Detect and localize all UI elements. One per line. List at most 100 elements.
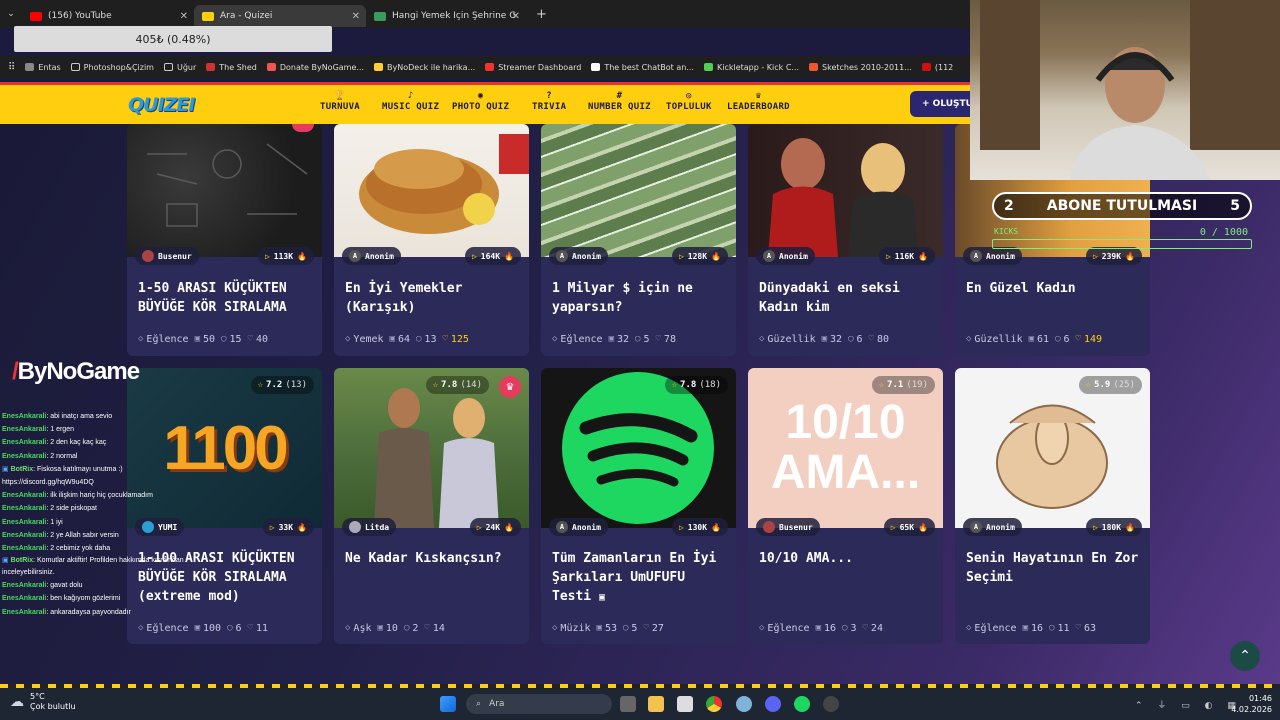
bookmark-icon xyxy=(374,63,384,71)
questions-icon: ▣ xyxy=(596,623,602,633)
quiz-card[interactable]: ☆ 7.8 (14) ♛ Litda ▷ 24K 🔥 Ne Kadar Kıskançs… xyxy=(334,368,529,644)
tag-icon: ◇ xyxy=(138,623,144,633)
quiz-card[interactable]: Busenur ▷ 113K 🔥 1-50 ARASI KÜÇÜKTEN BÜYÜĞ… xyxy=(127,124,322,356)
site-header: QUIZEI 🏆 TURNUVA ♪ MUSIC QUIZ ◉ PHOTO QUIZ … xyxy=(0,82,980,124)
weather-widget[interactable]: ☁ 5°C Çok bulutlu xyxy=(10,692,76,712)
quiz-title[interactable]: Tüm Zamanların En İyi Şarkıları UmUFUFU … xyxy=(552,549,730,607)
quiz-title[interactable]: Senin Hayatının En Zor Seçimi xyxy=(966,549,1144,587)
clock[interactable]: 01:46 4.02.2026 xyxy=(1228,693,1272,715)
like-button[interactable]: ♡ 125 xyxy=(442,334,468,345)
taskbar-search-box[interactable]: ⌕ Ara xyxy=(466,694,612,714)
like-button[interactable]: ♡ 78 xyxy=(656,334,676,345)
quiz-title[interactable]: En Güzel Kadın xyxy=(966,279,1144,298)
quiz-title[interactable]: 1-50 ARASI KÜÇÜKTEN BÜYÜĞE KÖR SIRALAMA xyxy=(138,279,316,317)
comment-icon: ◯ xyxy=(842,623,848,633)
obs-icon[interactable] xyxy=(823,696,839,712)
play-count-badge: ▷ 130K 🔥 xyxy=(671,518,728,536)
music-icon: ♪ xyxy=(407,91,414,101)
scroll-to-top-button[interactable]: ⌃ xyxy=(1230,641,1260,671)
bookmark-item[interactable]: The Shed xyxy=(206,63,257,72)
like-button[interactable]: ♡ 14 xyxy=(424,623,444,634)
nav-turnuva[interactable]: 🏆 TURNUVA xyxy=(320,90,360,112)
quiz-card[interactable]: ☆ 5.9 (25) A Anonim ▷ 180K 🔥 Senin Hayatının … xyxy=(955,368,1150,644)
close-tab-icon[interactable]: ✕ xyxy=(180,11,188,22)
bookmark-item[interactable]: Entas xyxy=(25,63,61,72)
money-stacks-image xyxy=(541,124,736,257)
star-icon: ☆ xyxy=(432,380,439,390)
rating-badge: ☆ 7.8 (14) xyxy=(425,376,489,394)
close-tab-icon[interactable]: ✕ xyxy=(512,11,520,22)
like-button[interactable]: ♡ 27 xyxy=(643,623,663,634)
author-badge[interactable]: Busenur xyxy=(135,247,199,265)
star-icon: ☆ xyxy=(878,380,885,390)
chrome-icon[interactable] xyxy=(706,696,722,712)
author-badge[interactable]: Busenur xyxy=(756,518,820,536)
bookmark-item[interactable]: ByNoDeck ile harika... xyxy=(374,63,475,72)
quiz-title[interactable]: 10/10 AMA... xyxy=(759,549,937,568)
bookmark-item[interactable]: The best ChatBot an... xyxy=(591,63,694,72)
tab-hangi-yemek[interactable]: Hangi Yemek İçin Şehrine Gider✕ xyxy=(366,5,526,27)
new-tab-button[interactable]: + xyxy=(536,7,547,22)
apps-grid-icon[interactable]: ⠿ xyxy=(8,62,15,73)
store-icon[interactable] xyxy=(677,696,693,712)
author-badge[interactable]: A Anonim xyxy=(549,247,608,265)
bookmark-item[interactable]: Kickletapp - Kick C... xyxy=(703,63,799,72)
tab-quizei[interactable]: Ara - Quizei ✕ xyxy=(194,5,366,27)
bookmark-item[interactable]: Donate ByNoGame... xyxy=(266,63,364,72)
tray-icons: ⌃ ⏚ ▭ ◐ ▦ xyxy=(1135,701,1242,711)
windows-start-icon[interactable] xyxy=(440,696,456,712)
quiz-card[interactable]: 10/10 AMA... ☆ 7.1 (19) Busenur ▷ 65K 🔥 10/1… xyxy=(748,368,943,644)
like-button[interactable]: ♡ 80 xyxy=(869,334,889,345)
nav-photo-quiz[interactable]: ◉ PHOTO QUIZ xyxy=(452,90,509,112)
author-badge[interactable]: A Anonim xyxy=(756,247,815,265)
questions-icon: ▣ xyxy=(608,334,614,344)
file-explorer-icon[interactable] xyxy=(648,696,664,712)
app-icon[interactable] xyxy=(736,696,752,712)
quiz-meta: ◇ Eğlence ▣ 50 ◯ 15 ♡ 40 xyxy=(138,333,268,345)
flame-icon: 🔥 xyxy=(918,251,928,261)
tab-youtube[interactable]: (156) YouTube ✕ xyxy=(22,5,194,27)
nav-number-quiz[interactable]: # NUMBER QUIZ xyxy=(588,90,651,112)
spotify-icon[interactable] xyxy=(794,696,810,712)
discord-icon[interactable] xyxy=(765,696,781,712)
nav-leaderboard[interactable]: ♛ LEADERBOARD xyxy=(727,90,790,112)
task-view-icon[interactable] xyxy=(620,696,636,712)
quiz-title[interactable]: Dünyadaki en seksi Kadın kim xyxy=(759,279,937,317)
bot-badge-icon: ▣ xyxy=(2,465,11,473)
nav-music-quiz[interactable]: ♪ MUSIC QUIZ xyxy=(382,90,439,112)
like-button[interactable]: ♡ 40 xyxy=(248,334,268,345)
quiz-card[interactable]: A Anonim ▷ 116K 🔥 Dünyadaki en seksi Kadın … xyxy=(748,124,943,356)
play-icon: ▷ xyxy=(1092,522,1098,532)
like-button[interactable]: ♡ 11 xyxy=(248,623,268,634)
nav-trivia[interactable]: ? TRIVIA xyxy=(532,90,566,112)
close-tab-icon[interactable]: ✕ xyxy=(352,11,360,22)
chat-message: EnesAnkarali: 2 side piskopat xyxy=(2,505,97,513)
tab-menu-chevron-icon[interactable]: ⌄ xyxy=(0,9,22,19)
bookmark-item[interactable]: (112 xyxy=(921,63,953,72)
like-button[interactable]: ♡ 24 xyxy=(863,623,883,634)
bookmark-folder[interactable]: Uğur xyxy=(163,63,196,72)
quiz-title[interactable]: En İyi Yemekler (Karışık) xyxy=(345,279,523,317)
quiz-title[interactable]: Ne Kadar Kıskançsın? xyxy=(345,549,523,568)
author-badge[interactable]: A Anonim xyxy=(963,518,1022,536)
like-button[interactable]: ♡ 63 xyxy=(1076,623,1096,634)
bookmark-folder[interactable]: Photoshop&Çizim xyxy=(70,63,154,72)
bot-badge-icon: ▣ xyxy=(2,557,11,565)
site-logo[interactable]: QUIZEI xyxy=(128,94,195,116)
chat-message: EnesAnkarali: 1 ergen xyxy=(2,426,74,434)
quiz-card[interactable]: A Anonim ▷ 164K 🔥 En İyi Yemekler (Karışık)… xyxy=(334,124,529,356)
quiz-title[interactable]: 1 Milyar $ için ne yaparsın? xyxy=(552,279,730,317)
author-badge[interactable]: Litda xyxy=(342,518,397,536)
author-badge[interactable]: A Anonim xyxy=(342,247,401,265)
nav-topluluk[interactable]: ◎ TOPLULUK xyxy=(666,90,712,112)
bookmarks-bar: ⠿ Entas Photoshop&Çizim Uğur The Shed Do… xyxy=(0,56,970,78)
chat-message: EnesAnkarali: gavat dolu xyxy=(2,582,83,590)
author-badge[interactable]: A Anonim xyxy=(549,518,608,536)
quiz-card[interactable]: A Anonim ▷ 128K 🔥 1 Milyar $ için ne yapars… xyxy=(541,124,736,356)
bookmark-item[interactable]: Streamer Dashboard xyxy=(485,63,581,72)
quiz-card[interactable]: ☆ 7.8 (18) A Anonim ▷ 130K 🔥 Tüm Zamanların E… xyxy=(541,368,736,644)
heart-icon: ♡ xyxy=(868,334,874,344)
like-button[interactable]: ♡ 149 xyxy=(1076,334,1102,345)
questions-icon: ▣ xyxy=(1028,334,1035,344)
bookmark-item[interactable]: Sketches 2010-2011... xyxy=(809,63,912,72)
